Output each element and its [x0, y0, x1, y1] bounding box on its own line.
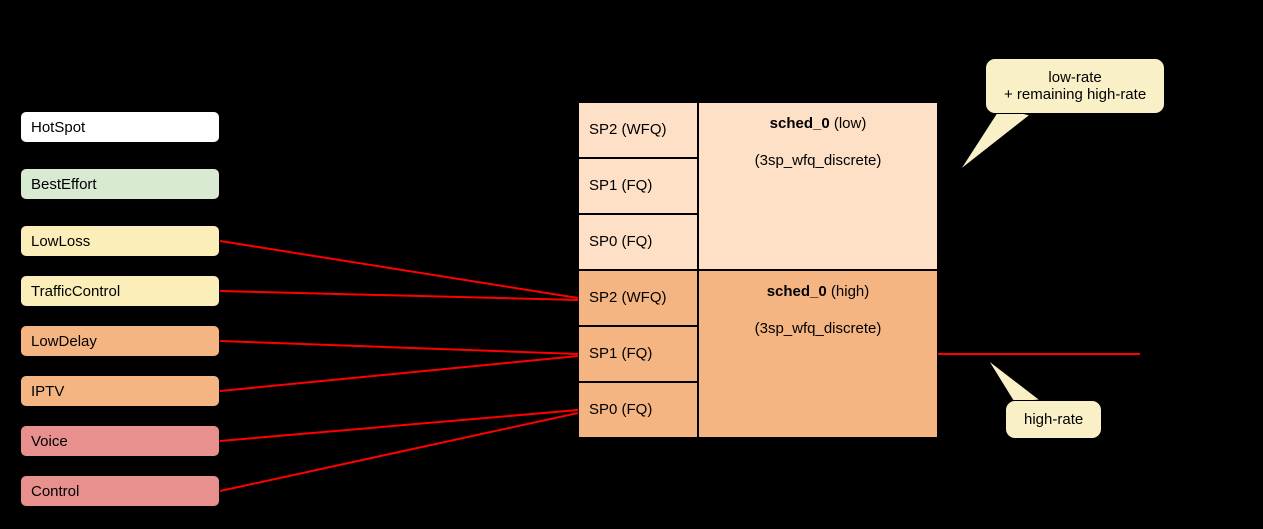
edge: [220, 356, 578, 391]
traffic-class-lowloss: LowLoss: [20, 225, 220, 257]
sp-high-sp2wfq: SP2 (WFQ): [578, 270, 698, 326]
callout-high-rate: high-rate: [1005, 400, 1102, 439]
callout-tail-top: [960, 108, 1030, 170]
callout-low-rate-line1: low-rate: [1004, 69, 1146, 86]
edge: [220, 341, 578, 354]
scheduler-high-title: sched_0 (high): [711, 283, 925, 300]
edge: [220, 410, 578, 441]
scheduler-high-type: (3sp_wfq_discrete): [711, 320, 925, 337]
edge: [220, 413, 578, 491]
callout-high-rate-text: high-rate: [1024, 411, 1083, 428]
traffic-class-lowdelay: LowDelay: [20, 325, 220, 357]
edge: [220, 241, 578, 298]
sp-low-sp1fq: SP1 (FQ): [578, 158, 698, 214]
scheduler-low-type: (3sp_wfq_discrete): [711, 152, 925, 169]
traffic-class-hotspot: HotSpot: [20, 111, 220, 143]
sp-low-sp2wfq: SP2 (WFQ): [578, 102, 698, 158]
diagram-stage: HotSpot BestEffort LowLoss TrafficControl Lo…: [0, 0, 1263, 529]
sp-low-sp0fq: SP0 (FQ): [578, 214, 698, 270]
sp-high-sp0fq: SP0 (FQ): [578, 382, 698, 438]
callout-low-rate-line2: + remaining high-rate: [1004, 86, 1146, 103]
callout-tail-bottom: [988, 360, 1040, 402]
scheduler-low: sched_0 (low) (3sp_wfq_discrete): [698, 102, 938, 270]
edge: [220, 291, 578, 300]
scheduler-high: sched_0 (high) (3sp_wfq_discrete): [698, 270, 938, 438]
scheduler-low-title: sched_0 (low): [711, 115, 925, 132]
traffic-class-trafficcontrol: TrafficControl: [20, 275, 220, 307]
traffic-class-besteffort: BestEffort: [20, 168, 220, 200]
traffic-class-voice: Voice: [20, 425, 220, 457]
traffic-class-control: Control: [20, 475, 220, 507]
callout-low-rate: low-rate + remaining high-rate: [985, 58, 1165, 114]
sp-high-sp1fq: SP1 (FQ): [578, 326, 698, 382]
traffic-class-iptv: IPTV: [20, 375, 220, 407]
